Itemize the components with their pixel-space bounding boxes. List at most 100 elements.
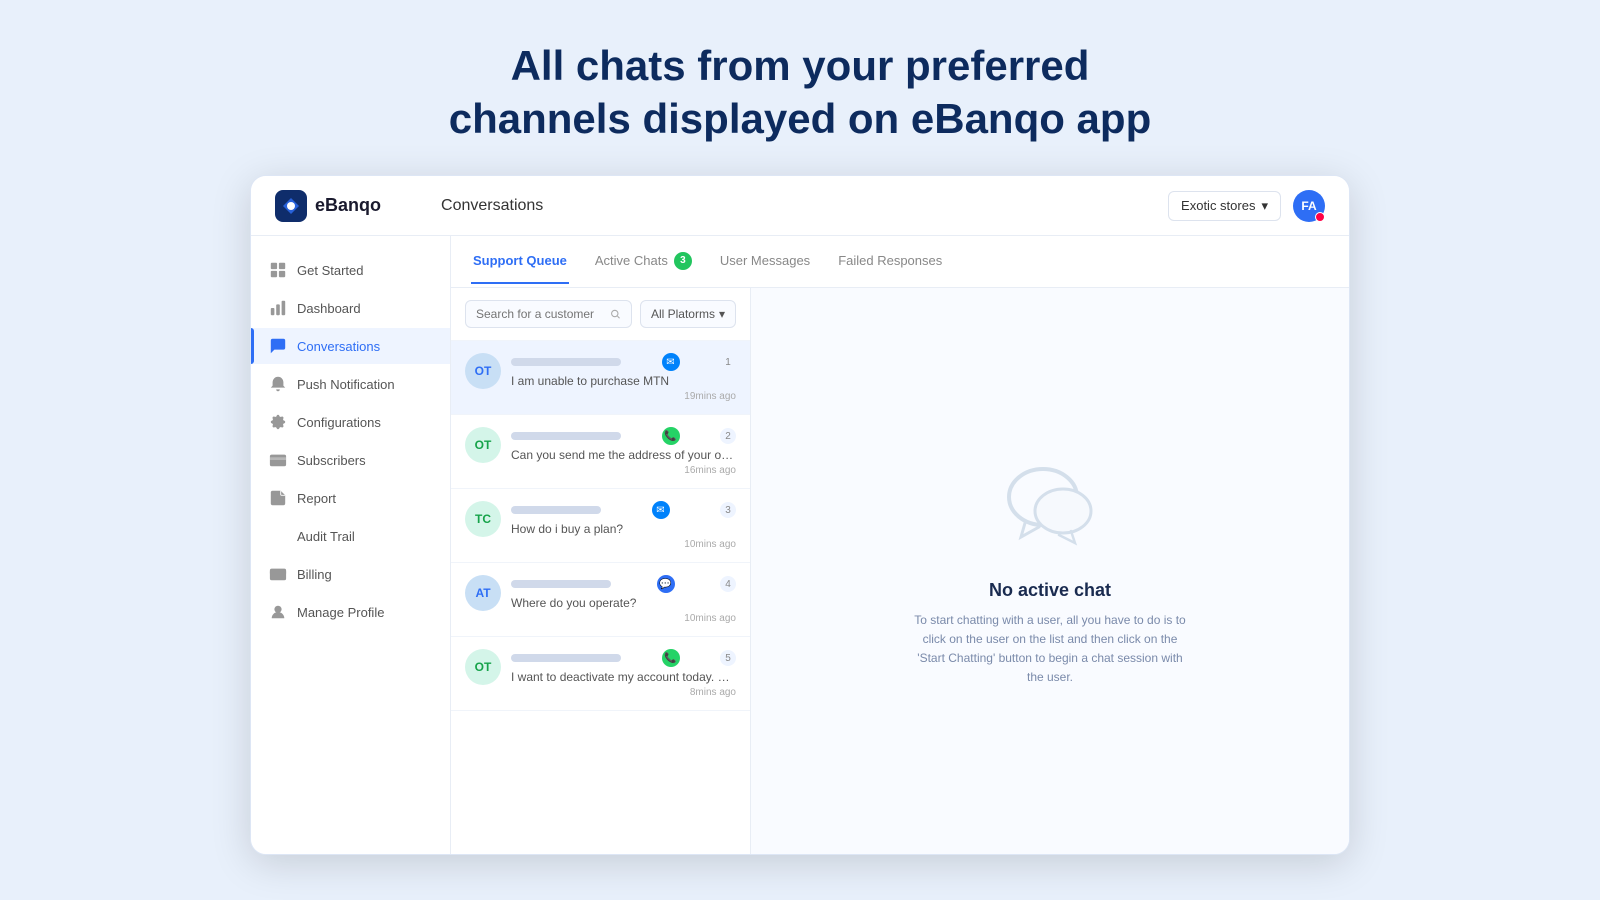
conv-avatar: OT: [465, 427, 501, 463]
conv-message: Where do you operate?: [511, 596, 736, 610]
conv-name-bar: [511, 506, 601, 514]
sidebar-item-subscribers[interactable]: Subscribers: [251, 442, 450, 478]
conv-body: 📞 2 Can you send me the address of your …: [511, 427, 736, 476]
conv-name-row: ✉ 3: [511, 501, 736, 519]
sidebar-item-push-notification[interactable]: Push Notification: [251, 366, 450, 402]
conv-name-row: 📞 5: [511, 649, 736, 667]
sidebar-item-get-started[interactable]: Get Started: [251, 252, 450, 288]
sidebar-item-dashboard[interactable]: Dashboard: [251, 290, 450, 326]
conv-avatar: OT: [465, 649, 501, 685]
platform-filter-label: All Platorms: [651, 307, 715, 321]
sidebar-item-conversations[interactable]: Conversations: [251, 328, 450, 364]
main-layout: Get Started Dashboard Conversations: [251, 236, 1349, 854]
no-chat-icon: [995, 455, 1105, 560]
detail-panel: No active chat To start chatting with a …: [751, 288, 1349, 854]
conv-name-bar: [511, 358, 621, 366]
tab-support-queue[interactable]: Support Queue: [471, 239, 569, 284]
bar-chart-icon: [269, 299, 287, 317]
store-label: Exotic stores: [1181, 198, 1255, 213]
sidebar-label-report: Report: [297, 491, 336, 506]
conv-number-badge: 5: [720, 650, 736, 666]
conv-number-badge: 2: [720, 428, 736, 444]
sidebar-label-billing: Billing: [297, 567, 332, 582]
search-icon: [610, 308, 621, 320]
chevron-down-icon: ▾: [1261, 198, 1268, 214]
gear-icon: [269, 413, 287, 431]
conv-number-badge: 3: [720, 502, 736, 518]
search-input[interactable]: [476, 307, 604, 321]
no-chat-title: No active chat: [989, 580, 1111, 601]
conv-message: Can you send me the address of your offi…: [511, 448, 736, 462]
audit-icon: [269, 527, 287, 545]
conv-time: 16mins ago: [511, 465, 736, 476]
hero-title: All chats from your preferred channels d…: [449, 40, 1151, 145]
conv-item[interactable]: OT 📞 2 Can you send me the address of yo…: [451, 415, 750, 489]
conv-number-badge: 1: [720, 354, 736, 370]
tab-user-messages[interactable]: User Messages: [718, 239, 812, 284]
sidebar-label-get-started: Get Started: [297, 263, 363, 278]
bell-icon: [269, 375, 287, 393]
sidebar-label-manage-profile: Manage Profile: [297, 605, 384, 620]
card-icon: [269, 451, 287, 469]
filter-chevron-icon: ▾: [719, 307, 725, 321]
logo-icon: [275, 190, 307, 222]
grid-icon: [269, 261, 287, 279]
conv-number-badge: 4: [720, 576, 736, 592]
tab-failed-responses-label: Failed Responses: [838, 253, 942, 268]
platform-filter[interactable]: All Platorms ▾: [640, 300, 736, 328]
platform-messenger-icon: ✉: [652, 501, 670, 519]
active-chats-badge: 3: [674, 252, 692, 270]
tab-active-chats-label: Active Chats: [595, 253, 668, 268]
conv-time: 19mins ago: [511, 391, 736, 402]
avatar-initials: FA: [1301, 199, 1316, 213]
tab-active-chats[interactable]: Active Chats 3: [593, 238, 694, 286]
conv-message: How do i buy a plan?: [511, 522, 736, 536]
tabs-bar: Support Queue Active Chats 3 User Messag…: [451, 236, 1349, 288]
sidebar-item-report[interactable]: Report: [251, 480, 450, 516]
sidebar: Get Started Dashboard Conversations: [251, 236, 451, 854]
conv-item[interactable]: OT ✉ 1 I am unable to purchase MTN 19min…: [451, 341, 750, 415]
sidebar-item-configurations[interactable]: Configurations: [251, 404, 450, 440]
conv-item[interactable]: AT 💬 4 Where do you operate? 10mins ago: [451, 563, 750, 637]
conv-name-bar: [511, 580, 611, 588]
conv-item[interactable]: TC ✉ 3 How do i buy a plan? 10mins ago: [451, 489, 750, 563]
billing-icon: [269, 565, 287, 583]
search-box[interactable]: [465, 300, 632, 328]
conv-name-row: 📞 2: [511, 427, 736, 445]
tab-failed-responses[interactable]: Failed Responses: [836, 239, 944, 284]
top-bar: eBanqo Conversations Exotic stores ▾ FA: [251, 176, 1349, 236]
conv-time: 8mins ago: [511, 687, 736, 698]
sidebar-label-push-notification: Push Notification: [297, 377, 395, 392]
platform-whatsapp-icon: 📞: [662, 427, 680, 445]
profile-icon: [269, 603, 287, 621]
store-selector[interactable]: Exotic stores ▾: [1168, 191, 1281, 221]
chat-icon: [269, 337, 287, 355]
conv-item[interactable]: OT 📞 5 I want to deactivate my account t…: [451, 637, 750, 711]
platform-messenger-icon: ✉: [662, 353, 680, 371]
conv-time: 10mins ago: [511, 539, 736, 550]
platform-livechat-icon: 💬: [657, 575, 675, 593]
conv-message: I am unable to purchase MTN: [511, 374, 736, 388]
sidebar-label-subscribers: Subscribers: [297, 453, 366, 468]
sidebar-label-dashboard: Dashboard: [297, 301, 361, 316]
sidebar-item-manage-profile[interactable]: Manage Profile: [251, 594, 450, 630]
conv-list-header: All Platorms ▾: [451, 288, 750, 341]
sidebar-item-billing[interactable]: Billing: [251, 556, 450, 592]
content-area: Support Queue Active Chats 3 User Messag…: [451, 236, 1349, 854]
conv-name-bar: [511, 654, 621, 662]
tab-support-queue-label: Support Queue: [473, 253, 567, 268]
conv-body: ✉ 1 I am unable to purchase MTN 19mins a…: [511, 353, 736, 402]
conv-body: 💬 4 Where do you operate? 10mins ago: [511, 575, 736, 624]
user-avatar[interactable]: FA: [1293, 190, 1325, 222]
topbar-page-title: Conversations: [441, 197, 543, 215]
conv-list-panel: All Platorms ▾ OT ✉ 1: [451, 288, 751, 854]
file-icon: [269, 489, 287, 507]
conv-avatar: AT: [465, 575, 501, 611]
platform-whatsapp-icon: 📞: [662, 649, 680, 667]
conv-name-bar: [511, 432, 621, 440]
sidebar-item-audit-trail[interactable]: Audit Trail: [251, 518, 450, 554]
conv-list: OT ✉ 1 I am unable to purchase MTN 19min…: [451, 341, 750, 854]
conv-body: 📞 5 I want to deactivate my account toda…: [511, 649, 736, 698]
sidebar-label-configurations: Configurations: [297, 415, 381, 430]
conv-avatar: TC: [465, 501, 501, 537]
